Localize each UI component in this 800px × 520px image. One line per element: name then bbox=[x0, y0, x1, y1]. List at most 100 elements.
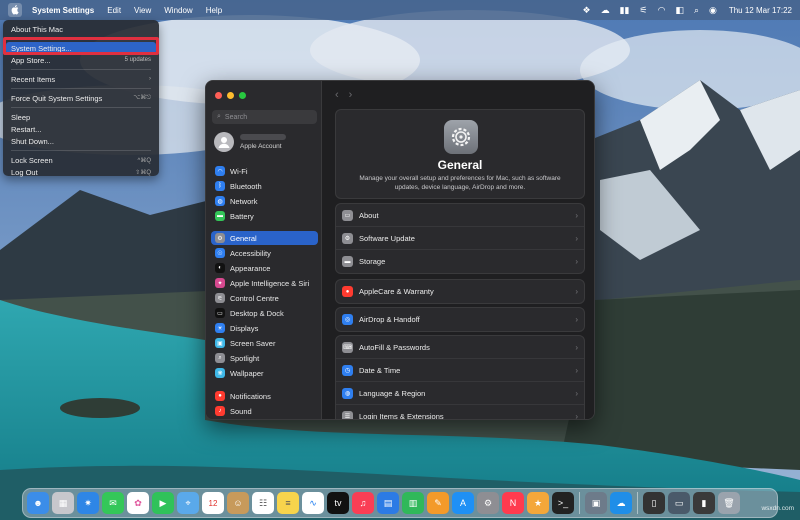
sidebar-item-accessibility[interactable]: ☉ Accessibility bbox=[211, 246, 318, 260]
sidebar-item-screen-saver[interactable]: ▣ Screen Saver bbox=[211, 336, 318, 350]
menu-recent-items-label: Recent Items bbox=[11, 74, 56, 84]
music-icon[interactable]: ♫ bbox=[352, 492, 374, 514]
onedrive-icon[interactable]: ☁ bbox=[610, 492, 632, 514]
terminal-icon[interactable]: >_ bbox=[552, 492, 574, 514]
chevron-right-icon: › bbox=[575, 287, 578, 296]
menu-separator bbox=[11, 150, 151, 151]
back-arrow-icon[interactable]: ‹ bbox=[335, 89, 339, 101]
iphone-mirroring-icon[interactable]: ▯ bbox=[643, 492, 665, 514]
launchpad-icon[interactable]: ▦ bbox=[52, 492, 74, 514]
apple-menu-icon[interactable] bbox=[8, 3, 22, 17]
app-store-icon[interactable]: A bbox=[452, 492, 474, 514]
menu-app-name[interactable]: System Settings bbox=[32, 6, 94, 15]
menu-window[interactable]: Window bbox=[164, 6, 192, 15]
minimize-window-button[interactable] bbox=[227, 92, 234, 99]
appearance-icon: ◐ bbox=[215, 263, 225, 273]
sidebar-item-wi-fi[interactable]: ◠ Wi-Fi bbox=[211, 164, 318, 178]
third-party-app-icon[interactable]: ★ bbox=[527, 492, 549, 514]
row-language-region[interactable]: ◍ Language & Region › bbox=[336, 382, 584, 405]
menu-edit[interactable]: Edit bbox=[107, 6, 121, 15]
freeform-icon[interactable]: ∿ bbox=[302, 492, 324, 514]
dropbox-icon[interactable]: ❖ bbox=[583, 5, 591, 16]
recent-apps-icon[interactable]: ▮ bbox=[693, 492, 715, 514]
row-applecare[interactable]: ● AppleCare & Warranty › bbox=[336, 280, 584, 303]
menu-restart[interactable]: Restart... bbox=[3, 123, 159, 135]
control-centre-status-icon[interactable]: ⚟ bbox=[639, 5, 647, 16]
sidebar-search-input[interactable]: ⌕ Search bbox=[212, 110, 317, 124]
sidebar-item-network[interactable]: ◍ Network bbox=[211, 194, 318, 208]
trash-icon[interactable]: 🗑 bbox=[718, 492, 740, 514]
reminders-icon[interactable]: ☷ bbox=[252, 492, 274, 514]
menu-help[interactable]: Help bbox=[206, 6, 222, 15]
calendar-icon[interactable]: 12 bbox=[202, 492, 224, 514]
zoom-window-button[interactable] bbox=[239, 92, 246, 99]
row-airdrop-handoff[interactable]: ◎ AirDrop & Handoff › bbox=[336, 308, 584, 331]
sidebar-item-notifications[interactable]: ● Notifications bbox=[211, 389, 318, 403]
pages-icon[interactable]: ✎ bbox=[427, 492, 449, 514]
sidebar-item-wallpaper[interactable]: ❋ Wallpaper bbox=[211, 366, 318, 380]
sidebar-item-label: Sound bbox=[230, 406, 252, 416]
menu-log-out[interactable]: Log Out ⇧⌘Q bbox=[3, 166, 159, 178]
spotlight-status-icon[interactable]: ⌕ bbox=[694, 5, 699, 16]
menu-shut-down[interactable]: Shut Down... bbox=[3, 135, 159, 147]
search-icon: ⌕ bbox=[217, 113, 221, 120]
sidebar-item-spotlight[interactable]: ⌕ Spotlight bbox=[211, 351, 318, 365]
menu-app-store[interactable]: App Store... 5 updates bbox=[3, 54, 159, 66]
safari-icon[interactable]: ✷ bbox=[77, 492, 99, 514]
menu-force-quit[interactable]: Force Quit System Settings ⌥⌘⎋ bbox=[3, 92, 159, 104]
dock-separator bbox=[579, 492, 580, 514]
menu-lock-screen[interactable]: Lock Screen ^⌘Q bbox=[3, 154, 159, 166]
sidebar-item-sound[interactable]: ♪ Sound bbox=[211, 404, 318, 418]
menu-shut-down-label: Shut Down... bbox=[11, 136, 54, 146]
siri-status-icon[interactable]: ◉ bbox=[709, 5, 717, 16]
menu-clock[interactable]: Thu 12 Mar 17:22 bbox=[729, 6, 792, 15]
applecare-icon: ● bbox=[342, 286, 353, 297]
sidebar-item-control-centre[interactable]: ⚟ Control Centre bbox=[211, 291, 318, 305]
sidebar-item-appearance[interactable]: ◐ Appearance bbox=[211, 261, 318, 275]
cloud-icon[interactable]: ☁ bbox=[601, 5, 610, 16]
row-label: AutoFill & Passwords bbox=[359, 342, 430, 352]
toggle-icon[interactable]: ◧ bbox=[675, 5, 684, 16]
sidebar-item-general[interactable]: ⚙ General bbox=[211, 231, 318, 245]
keynote-icon[interactable]: ▤ bbox=[377, 492, 399, 514]
maps-icon[interactable]: ⌖ bbox=[177, 492, 199, 514]
row-software-update[interactable]: ⚙ Software Update › bbox=[336, 227, 584, 250]
menu-sleep[interactable]: Sleep bbox=[3, 111, 159, 123]
menu-about-this-mac[interactable]: About This Mac bbox=[3, 23, 159, 35]
sidebar-item-bluetooth[interactable]: ᛒ Bluetooth bbox=[211, 179, 318, 193]
row-autofill-passwords[interactable]: ⌨ AutoFill & Passwords › bbox=[336, 336, 584, 359]
log-out-shortcut: ⇧⌘Q bbox=[135, 169, 151, 176]
wifi-status-icon[interactable]: ◠ bbox=[658, 5, 666, 16]
chevron-right-icon: › bbox=[575, 315, 578, 324]
numbers-icon[interactable]: ▥ bbox=[402, 492, 424, 514]
forward-arrow-icon[interactable]: › bbox=[349, 89, 353, 101]
system-settings-icon[interactable]: ⚙ bbox=[477, 492, 499, 514]
apple-account-item[interactable]: Apple Account bbox=[214, 132, 286, 152]
close-window-button[interactable] bbox=[215, 92, 222, 99]
contacts-icon[interactable]: ☺ bbox=[227, 492, 249, 514]
row-storage[interactable]: ▬ Storage › bbox=[336, 250, 584, 273]
sidebar-item-battery[interactable]: ▬ Battery bbox=[211, 209, 318, 223]
apple-tv-icon[interactable]: tv bbox=[327, 492, 349, 514]
preview-icon[interactable]: ▣ bbox=[585, 492, 607, 514]
audio-icon[interactable]: ▮▮ bbox=[620, 5, 630, 16]
finder-icon[interactable]: ☻ bbox=[27, 492, 49, 514]
sidebar-item-apple-intelligence-siri[interactable]: ✦ Apple Intelligence & Siri bbox=[211, 276, 318, 290]
software-update-icon: ⚙ bbox=[342, 232, 353, 244]
photos-icon[interactable]: ✿ bbox=[127, 492, 149, 514]
dock-icon: ▭ bbox=[215, 308, 225, 318]
avatar bbox=[214, 132, 234, 152]
clock-icon: ◷ bbox=[342, 364, 353, 376]
notes-icon[interactable]: ≡ bbox=[277, 492, 299, 514]
news-icon[interactable]: N bbox=[502, 492, 524, 514]
menu-recent-items[interactable]: Recent Items › bbox=[3, 73, 159, 85]
downloads-folder-icon[interactable]: ▭ bbox=[668, 492, 690, 514]
menu-view[interactable]: View bbox=[134, 6, 151, 15]
messages-icon[interactable]: ✉ bbox=[102, 492, 124, 514]
row-login-items[interactable]: ☰ Login Items & Extensions › bbox=[336, 405, 584, 419]
sidebar-item-desktop-dock[interactable]: ▭ Desktop & Dock bbox=[211, 306, 318, 320]
row-about[interactable]: ▭ About › bbox=[336, 204, 584, 227]
sidebar-item-displays[interactable]: ☀ Displays bbox=[211, 321, 318, 335]
row-date-time[interactable]: ◷ Date & Time › bbox=[336, 359, 584, 382]
facetime-icon[interactable]: ▶ bbox=[152, 492, 174, 514]
